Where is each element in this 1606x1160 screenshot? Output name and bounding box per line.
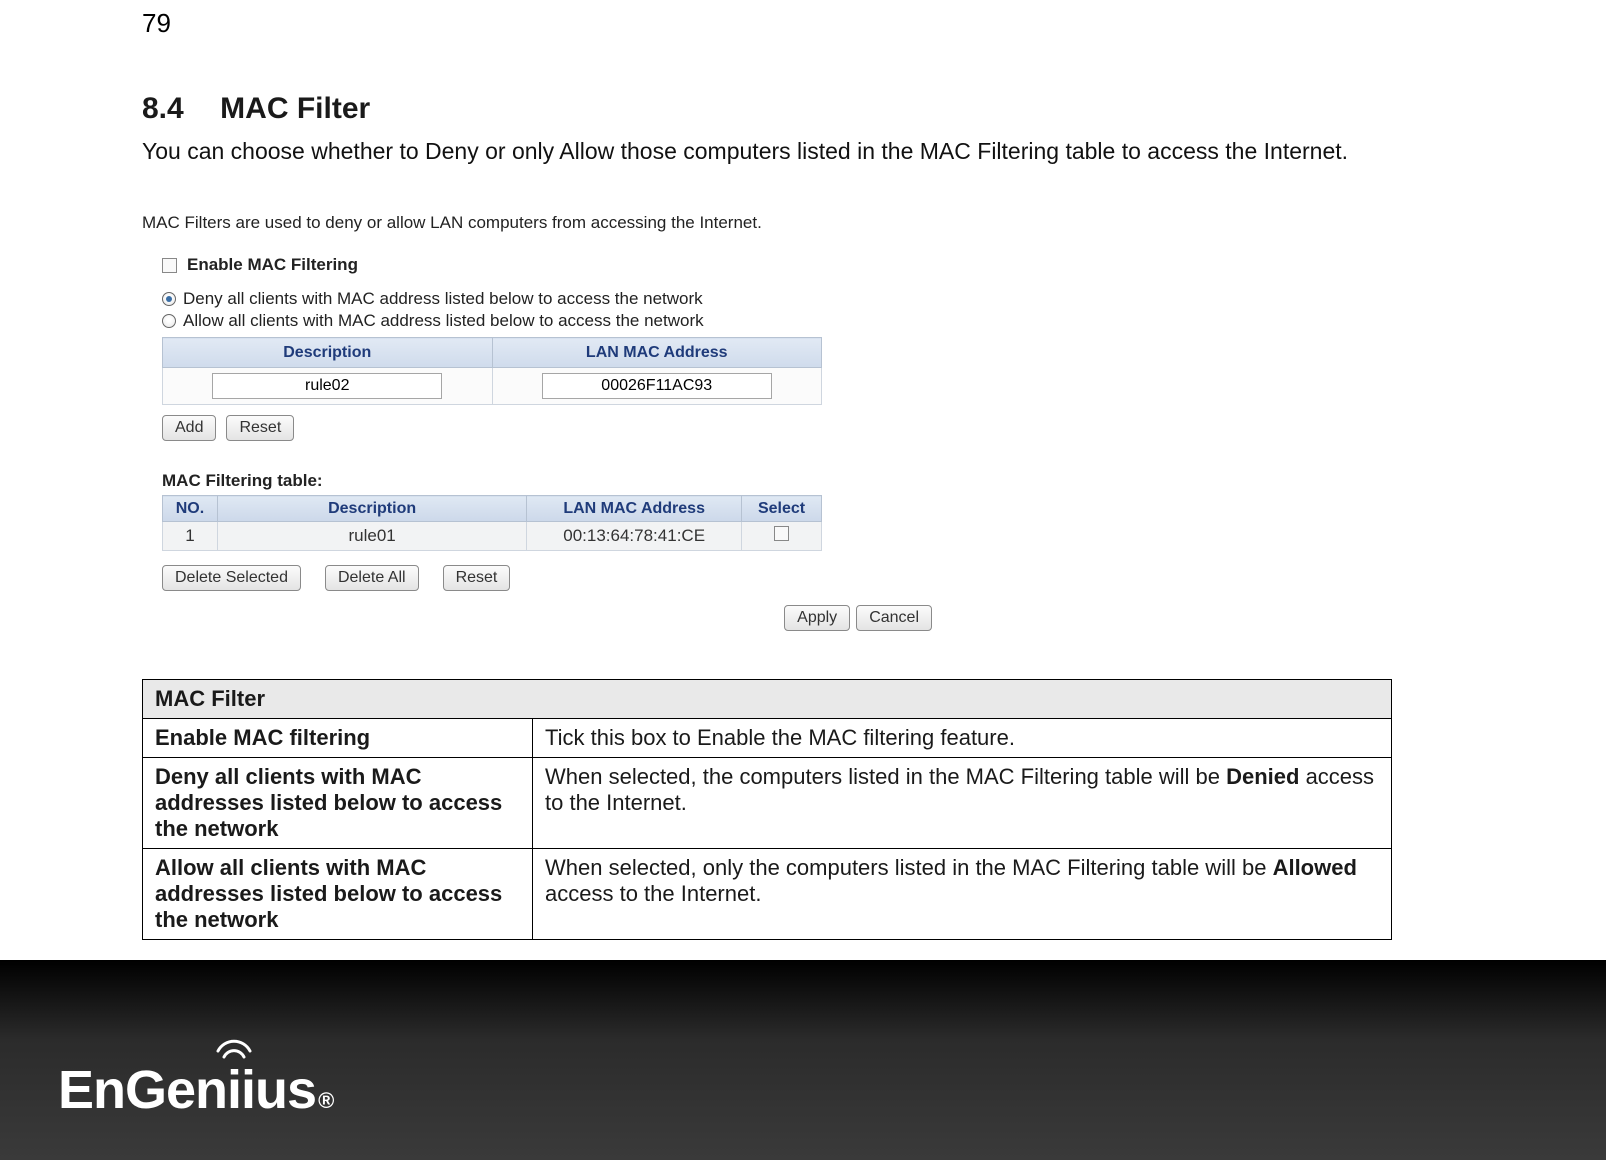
- info-row-0-label: Enable MAC filtering: [143, 719, 533, 758]
- panel-intro: MAC Filters are used to deny or allow LA…: [142, 213, 952, 233]
- radio-deny[interactable]: [162, 292, 176, 306]
- input-header-desc: Description: [163, 338, 493, 368]
- info-table: MAC Filter Enable MAC filtering Tick thi…: [142, 679, 1392, 940]
- list-header-no: NO.: [163, 496, 218, 522]
- section-number: 8.4: [142, 92, 184, 126]
- mac-filter-panel: MAC Filters are used to deny or allow LA…: [142, 213, 952, 631]
- mac-filtering-table: NO. Description LAN MAC Address Select 1…: [162, 495, 822, 551]
- info-table-header: MAC Filter: [143, 680, 1392, 719]
- row-no: 1: [163, 522, 218, 551]
- info-row-2-label: Allow all clients with MAC addresses lis…: [143, 849, 533, 940]
- delete-selected-button[interactable]: Delete Selected: [162, 565, 301, 591]
- delete-all-button[interactable]: Delete All: [325, 565, 419, 591]
- table-row: Allow all clients with MAC addresses lis…: [143, 849, 1392, 940]
- add-button[interactable]: Add: [162, 415, 216, 441]
- mac-address-input[interactable]: [542, 373, 772, 399]
- radio-allow-row: Allow all clients with MAC address liste…: [162, 311, 952, 331]
- registered-icon: ®: [318, 1088, 333, 1114]
- table-row: Deny all clients with MAC addresses list…: [143, 758, 1392, 849]
- section-subtitle: You can choose whether to Deny or only A…: [142, 138, 1442, 165]
- mac-filtering-table-label: MAC Filtering table:: [162, 471, 952, 491]
- enable-mac-filtering-row: Enable MAC Filtering: [162, 255, 952, 275]
- description-input[interactable]: [212, 373, 442, 399]
- list-header-select: Select: [742, 496, 822, 522]
- enable-mac-filtering-checkbox[interactable]: [162, 258, 177, 273]
- cancel-button[interactable]: Cancel: [856, 605, 932, 631]
- radio-deny-row: Deny all clients with MAC address listed…: [162, 289, 952, 309]
- row-desc: rule01: [217, 522, 526, 551]
- engenius-logo: EnGen i ius ®: [58, 1059, 333, 1121]
- info-row-2-desc: When selected, only the computers listed…: [533, 849, 1392, 940]
- main-content: 8.4 MAC Filter You can choose whether to…: [142, 92, 1442, 940]
- list-header-desc: Description: [217, 496, 526, 522]
- info-row-1-label: Deny all clients with MAC addresses list…: [143, 758, 533, 849]
- wifi-icon: [212, 1033, 256, 1063]
- page-number: 79: [142, 8, 171, 39]
- info-row-1-desc: When selected, the computers listed in t…: [533, 758, 1392, 849]
- list-header-mac: LAN MAC Address: [527, 496, 742, 522]
- radio-allow[interactable]: [162, 314, 176, 328]
- table-row: 1 rule01 00:13:64:78:41:CE: [163, 522, 822, 551]
- radio-allow-label: Allow all clients with MAC address liste…: [183, 311, 704, 331]
- footer: EnGen i ius ®: [0, 960, 1606, 1160]
- reset-button[interactable]: Reset: [226, 415, 294, 441]
- row-select-checkbox[interactable]: [774, 526, 789, 541]
- table-row: Enable MAC filtering Tick this box to En…: [143, 719, 1392, 758]
- enable-mac-filtering-label: Enable MAC Filtering: [187, 255, 358, 275]
- apply-button[interactable]: Apply: [784, 605, 850, 631]
- reset-list-button[interactable]: Reset: [443, 565, 511, 591]
- row-mac: 00:13:64:78:41:CE: [527, 522, 742, 551]
- mac-input-table: Description LAN MAC Address: [162, 337, 822, 405]
- input-header-mac: LAN MAC Address: [492, 338, 822, 368]
- radio-deny-label: Deny all clients with MAC address listed…: [183, 289, 703, 309]
- section-title: MAC Filter: [220, 92, 370, 126]
- section-heading: 8.4 MAC Filter: [142, 92, 1442, 126]
- info-row-0-desc: Tick this box to Enable the MAC filterin…: [533, 719, 1392, 758]
- page-root: 79 8.4 MAC Filter You can choose whether…: [0, 0, 1606, 1160]
